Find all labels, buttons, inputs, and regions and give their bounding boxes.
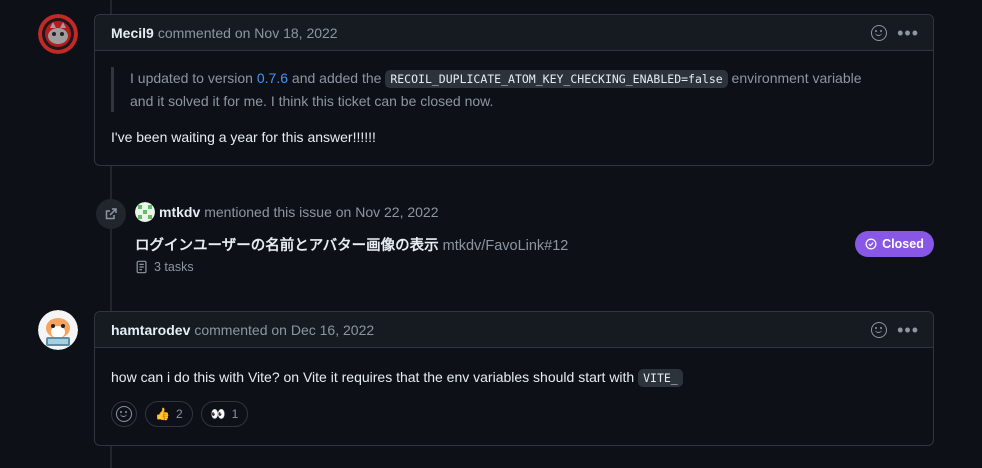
- comment-text: I've been waiting a year for this answer…: [111, 129, 376, 145]
- add-reaction-icon[interactable]: [871, 25, 888, 41]
- smiley-icon: [116, 406, 132, 422]
- comment-hamtarodev: hamtarodev commented on Dec 16, 2022 •••…: [94, 311, 934, 446]
- comment-author[interactable]: hamtarodev: [111, 322, 190, 338]
- quote-text: I updated to version: [130, 70, 257, 86]
- mention-meta: mentioned this issue on Nov 22, 2022: [204, 204, 439, 220]
- referenced-issue-ref[interactable]: mtkdv/FavoLink#12: [443, 238, 569, 254]
- comment-header: Mecil9 commented on Nov 18, 2022 •••: [95, 15, 933, 51]
- version-link[interactable]: 0.7.6: [257, 70, 288, 86]
- comment-text: how can i do this with Vite? on Vite it …: [111, 366, 917, 389]
- eyes-icon: 👀: [210, 407, 226, 421]
- comment-mecil9: Mecil9 commented on Nov 18, 2022 ••• I u…: [94, 14, 934, 166]
- referenced-issue: ログインユーザーの名前とアバター画像の表示 mtkdv/FavoLink#12: [135, 234, 568, 255]
- env-var-code: RECOIL_DUPLICATE_ATOM_KEY_CHECKING_ENABL…: [385, 70, 728, 88]
- mention-event: mtkdv mentioned this issue on Nov 22, 20…: [135, 202, 439, 222]
- comment-actions: •••: [871, 15, 919, 51]
- add-reaction-icon[interactable]: [871, 322, 888, 338]
- reaction-count: 1: [231, 407, 239, 421]
- task-count-label: 3 tasks: [154, 260, 194, 274]
- comment-body: I updated to version 0.7.6 and added the…: [95, 51, 933, 164]
- reaction-eyes[interactable]: 👀 1: [200, 401, 249, 427]
- quote-text: environment variable: [727, 70, 862, 86]
- tasklist-icon: [136, 260, 147, 274]
- reaction-thumbs-up[interactable]: 👍 2: [145, 401, 193, 427]
- comment-author[interactable]: Mecil9: [111, 25, 154, 41]
- reaction-count: 2: [175, 407, 183, 421]
- mention-user[interactable]: mtkdv: [159, 204, 200, 220]
- quoted-reply: I updated to version 0.7.6 and added the…: [111, 67, 917, 112]
- closed-check-icon: [865, 238, 877, 250]
- comment-header: hamtarodev commented on Dec 16, 2022 •••: [95, 312, 933, 348]
- avatar-mtkdv[interactable]: [135, 202, 155, 222]
- comment-timestamp[interactable]: commented on Dec 16, 2022: [194, 322, 374, 338]
- cross-reference-icon: [96, 199, 126, 229]
- task-count: 3 tasks: [135, 260, 194, 274]
- referenced-issue-title[interactable]: ログインユーザーの名前とアバター画像の表示: [135, 238, 439, 254]
- vite-prefix-code: VITE_: [638, 369, 683, 387]
- status-badge: Closed: [855, 231, 934, 257]
- reactions-bar: 👍 2 👀 1: [111, 401, 917, 427]
- add-reaction-button[interactable]: [111, 401, 137, 427]
- quote-text: and added the: [288, 70, 386, 86]
- avatar-mecil9[interactable]: [38, 14, 78, 54]
- thumbs-up-icon: 👍: [155, 407, 170, 421]
- comment-actions: •••: [871, 312, 919, 348]
- comment-timestamp[interactable]: commented on Nov 18, 2022: [158, 25, 338, 41]
- avatar-hamtarodev[interactable]: [38, 310, 78, 350]
- comment-body: how can i do this with Vite? on Vite it …: [95, 348, 933, 443]
- issue-timeline: Mecil9 commented on Nov 18, 2022 ••• I u…: [0, 0, 982, 468]
- more-options-icon[interactable]: •••: [897, 321, 919, 339]
- comment-text-content: how can i do this with Vite? on Vite it …: [111, 369, 639, 385]
- status-label: Closed: [882, 237, 924, 251]
- more-options-icon[interactable]: •••: [897, 24, 919, 42]
- quote-text: and it solved it for me. I think this ti…: [130, 93, 494, 109]
